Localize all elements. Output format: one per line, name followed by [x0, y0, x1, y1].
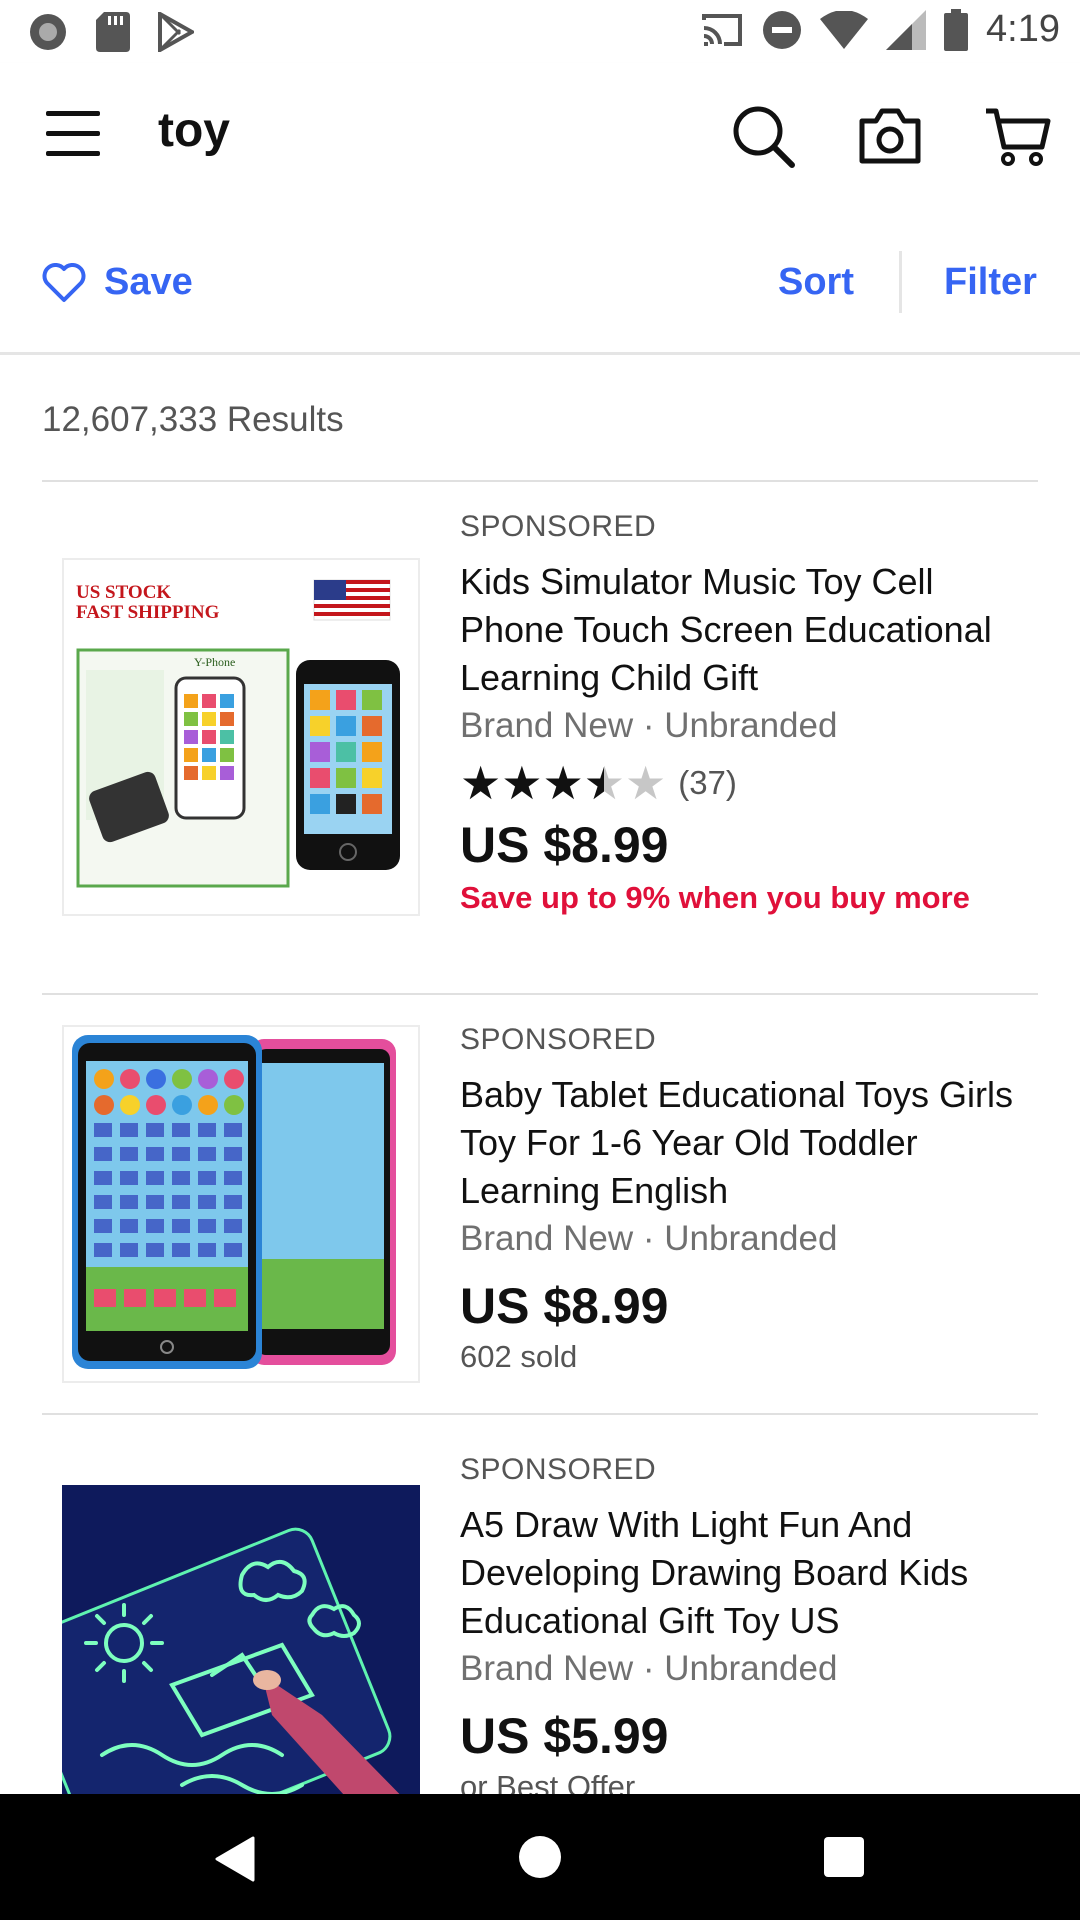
rating: ★★★★★ ★★★★★ (37)	[460, 760, 1040, 806]
app-bar: toy	[0, 63, 1080, 211]
listing-image[interactable]	[62, 1485, 420, 1794]
heart-icon	[42, 262, 86, 302]
listing-image[interactable]	[62, 1025, 420, 1383]
listing-title[interactable]: Baby Tablet Educational Toys Girls Toy F…	[460, 1071, 1040, 1215]
listing-info: SPONSORED Kids Simulator Music Toy Cell …	[460, 510, 1040, 916]
refine-bar: Save Sort Filter	[0, 211, 1080, 355]
search-icon[interactable]	[730, 103, 798, 171]
listing-title[interactable]: A5 Draw With Light Fun And Developing Dr…	[460, 1501, 1040, 1645]
home-icon[interactable]	[519, 1836, 561, 1878]
listing-condition: Brand New · Unbranded	[460, 706, 838, 745]
listing-info: SPONSORED A5 Draw With Light Fun And Dev…	[460, 1453, 1040, 1794]
sponsored-label: SPONSORED	[460, 1023, 657, 1056]
drawing-board-image	[62, 1485, 420, 1794]
filter-button[interactable]: Filter	[944, 261, 1037, 304]
recents-icon[interactable]	[824, 1837, 864, 1877]
listing-price: US $8.99	[460, 817, 669, 873]
status-bar: 4:19	[0, 0, 1080, 63]
results-count: 12,607,333 Results	[42, 400, 344, 439]
do-not-disturb-icon	[763, 10, 802, 49]
listing-price: US $5.99	[460, 1708, 669, 1764]
divider	[899, 251, 902, 313]
listing-item[interactable]: SPONSORED A5 Draw With Light Fun And Dev…	[0, 1415, 1080, 1794]
promo-text: Save up to 9% when you buy more	[460, 880, 970, 915]
best-offer-label: or Best Offer	[460, 1769, 636, 1794]
listing-info: SPONSORED Baby Tablet Educational Toys G…	[460, 1023, 1040, 1375]
sponsored-label: SPONSORED	[460, 1453, 657, 1486]
system-nav-bar	[0, 1794, 1080, 1920]
battery-icon	[944, 8, 969, 51]
signal-icon	[886, 9, 927, 50]
tablet-toy-image	[64, 1027, 418, 1381]
listing-price: US $8.99	[460, 1278, 669, 1334]
listing-title[interactable]: Kids Simulator Music Toy Cell Phone Touc…	[460, 558, 1040, 702]
sort-button[interactable]: Sort	[778, 261, 854, 304]
listing-condition: Brand New · Unbranded	[460, 1649, 838, 1688]
sold-count: 602 sold	[460, 1339, 578, 1374]
save-label: Save	[104, 261, 193, 303]
sd-card-icon	[96, 12, 130, 52]
svg-text:US STOCK: US STOCK	[76, 582, 171, 603]
play-store-icon	[158, 12, 194, 52]
listing-item[interactable]: SPONSORED Baby Tablet Educational Toys G…	[0, 995, 1080, 1413]
wifi-icon	[820, 10, 869, 49]
search-query[interactable]: toy	[158, 103, 230, 158]
menu-icon[interactable]	[46, 111, 100, 161]
back-icon[interactable]	[213, 1836, 257, 1882]
listing-condition: Brand New · Unbranded	[460, 1219, 838, 1258]
sponsored-label: SPONSORED	[460, 510, 657, 543]
record-icon	[30, 14, 66, 50]
listing-image[interactable]: US STOCK FAST SHIPPING Y-Phone	[62, 558, 420, 916]
cart-icon[interactable]	[984, 103, 1052, 171]
clock: 4:19	[986, 8, 1060, 50]
camera-icon[interactable]	[856, 103, 924, 171]
listing-item[interactable]: US STOCK FAST SHIPPING Y-Phone SPONSORED…	[0, 482, 1080, 992]
svg-text:Y-Phone: Y-Phone	[194, 655, 235, 669]
rating-count: (37)	[678, 764, 737, 801]
phone-toy-image: US STOCK FAST SHIPPING Y-Phone	[64, 560, 418, 914]
cast-icon	[702, 13, 743, 46]
star-rating: ★★★★★ ★★★★★	[460, 757, 667, 809]
save-search-button[interactable]: Save	[42, 261, 193, 304]
svg-text:FAST SHIPPING: FAST SHIPPING	[76, 602, 220, 623]
